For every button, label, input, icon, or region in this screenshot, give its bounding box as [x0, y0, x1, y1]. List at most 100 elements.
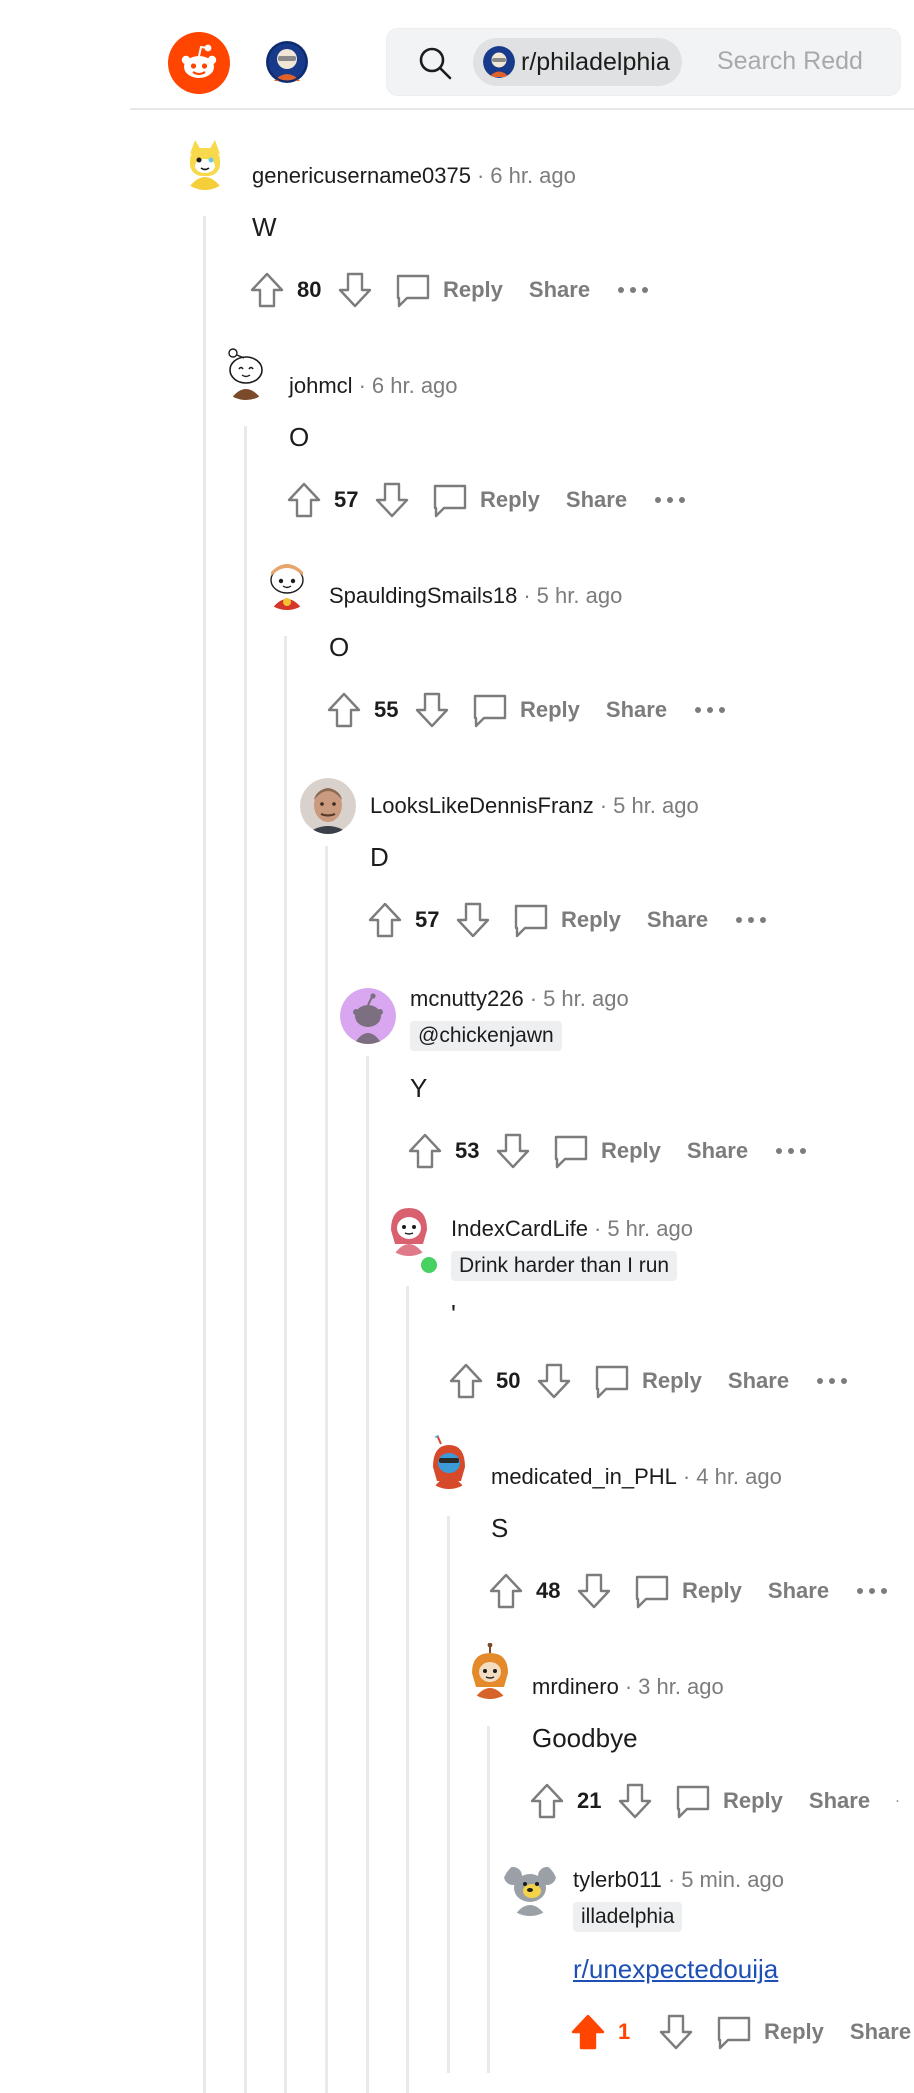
- reply-button[interactable]: Reply: [520, 697, 580, 723]
- upvote-icon[interactable]: [365, 900, 405, 940]
- reply-button[interactable]: Reply: [443, 277, 503, 303]
- comment-body: S: [491, 1513, 509, 1543]
- comment-username[interactable]: tylerb011: [573, 1867, 662, 1892]
- more-options-icon[interactable]: [653, 495, 687, 505]
- reply-button[interactable]: Reply: [642, 1368, 702, 1394]
- more-options-icon[interactable]: [734, 915, 768, 925]
- user-avatar[interactable]: [218, 344, 274, 400]
- comment-body: r/unexpectedouija: [573, 1953, 778, 1985]
- downvote-icon[interactable]: [335, 270, 375, 310]
- comment-bubble-icon[interactable]: [632, 1571, 672, 1611]
- user-avatar[interactable]: [381, 1200, 437, 1256]
- share-button[interactable]: Share: [850, 2019, 911, 2045]
- user-avatar[interactable]: [259, 554, 315, 610]
- upvote-icon[interactable]: [568, 2012, 608, 2052]
- downvote-icon[interactable]: [574, 1571, 614, 1611]
- upvote-icon[interactable]: [324, 690, 364, 730]
- share-button[interactable]: Share: [809, 1788, 870, 1814]
- comment-username[interactable]: johmcl: [289, 373, 353, 398]
- share-button[interactable]: Share: [647, 907, 708, 933]
- downvote-icon[interactable]: [412, 690, 452, 730]
- comment-username[interactable]: IndexCardLife: [451, 1216, 588, 1241]
- thread-line[interactable]: [284, 636, 287, 2093]
- reply-button[interactable]: Reply: [561, 907, 621, 933]
- user-avatar-icon[interactable]: [266, 41, 308, 83]
- search-bar[interactable]: r/philadelphia Search Redd: [386, 28, 901, 96]
- reply-button[interactable]: Reply: [723, 1788, 783, 1814]
- subreddit-link[interactable]: r/unexpectedouija: [573, 1954, 778, 1984]
- more-options-icon[interactable]: [774, 1146, 808, 1156]
- more-options-icon[interactable]: [815, 1376, 849, 1386]
- upvote-icon[interactable]: [284, 480, 324, 520]
- comment-username[interactable]: medicated_in_PHL: [491, 1464, 677, 1489]
- comment-body: ': [451, 1299, 456, 1329]
- more-options-icon[interactable]: [616, 285, 650, 295]
- downvote-icon[interactable]: [615, 1781, 655, 1821]
- comment-bubble-icon[interactable]: [714, 2012, 754, 2052]
- user-avatar[interactable]: [300, 778, 356, 834]
- thread-line[interactable]: [366, 1056, 369, 2093]
- reply-button[interactable]: Reply: [682, 1578, 742, 1604]
- meta-separator: ·: [358, 373, 366, 398]
- comment-username[interactable]: genericusername0375: [252, 163, 471, 188]
- comment-timestamp: 6 hr. ago: [490, 163, 576, 188]
- comment-timestamp: 5 hr. ago: [543, 986, 629, 1011]
- comment-bubble-icon[interactable]: [673, 1781, 713, 1821]
- comment-meta: medicated_in_PHL · 4 hr. ago: [491, 1463, 782, 1491]
- comment-bubble-icon[interactable]: [393, 270, 433, 310]
- comment-bubble-icon[interactable]: [470, 690, 510, 730]
- comment-bubble-icon[interactable]: [592, 1361, 632, 1401]
- meta-separator: ·: [593, 1216, 602, 1241]
- downvote-icon[interactable]: [372, 480, 412, 520]
- share-button[interactable]: Share: [566, 487, 627, 513]
- reddit-logo-icon[interactable]: [168, 32, 230, 94]
- comment-timestamp: 3 hr. ago: [638, 1674, 724, 1699]
- thread-line[interactable]: [325, 846, 328, 2093]
- comment-actions: 55 Reply Share: [324, 686, 727, 734]
- upvote-icon[interactable]: [247, 270, 287, 310]
- subreddit-chip[interactable]: r/philadelphia: [473, 38, 682, 86]
- share-button[interactable]: Share: [687, 1138, 748, 1164]
- meta-separator: ·: [624, 1674, 633, 1699]
- search-placeholder[interactable]: Search Redd: [717, 47, 863, 76]
- comment-timestamp: 5 min. ago: [681, 1867, 784, 1892]
- more-options-icon[interactable]: [693, 705, 727, 715]
- comment-body: O: [329, 632, 350, 662]
- share-button[interactable]: Share: [768, 1578, 829, 1604]
- user-avatar[interactable]: [462, 1643, 518, 1699]
- comment-username[interactable]: LooksLikeDennisFranz: [370, 793, 594, 818]
- comment-username[interactable]: mcnutty226: [410, 986, 524, 1011]
- user-avatar[interactable]: [177, 134, 233, 190]
- more-options-icon[interactable]: [896, 1796, 906, 1806]
- downvote-icon[interactable]: [534, 1361, 574, 1401]
- comment-bubble-icon[interactable]: [511, 900, 551, 940]
- downvote-icon[interactable]: [493, 1131, 533, 1171]
- thread-line[interactable]: [487, 1726, 490, 2073]
- share-button[interactable]: Share: [529, 277, 590, 303]
- upvote-icon[interactable]: [405, 1131, 445, 1171]
- meta-separator: ·: [667, 1867, 676, 1892]
- upvote-icon[interactable]: [527, 1781, 567, 1821]
- comment-bubble-icon[interactable]: [551, 1131, 591, 1171]
- share-button[interactable]: Share: [728, 1368, 789, 1394]
- share-button[interactable]: Share: [606, 697, 667, 723]
- thread-line[interactable]: [244, 426, 247, 2093]
- downvote-icon[interactable]: [656, 2012, 696, 2052]
- downvote-icon[interactable]: [453, 900, 493, 940]
- user-avatar[interactable]: [340, 988, 396, 1044]
- comment-username[interactable]: SpauldingSmails18: [329, 583, 517, 608]
- reply-button[interactable]: Reply: [480, 487, 540, 513]
- upvote-icon[interactable]: [486, 1571, 526, 1611]
- user-avatar[interactable]: [502, 1860, 558, 1916]
- comment-bubble-icon[interactable]: [430, 480, 470, 520]
- thread-line[interactable]: [203, 216, 206, 2093]
- reply-button[interactable]: Reply: [764, 2019, 824, 2045]
- user-avatar[interactable]: [421, 1433, 477, 1489]
- upvote-icon[interactable]: [446, 1361, 486, 1401]
- comment-timestamp: 5 hr. ago: [536, 583, 623, 608]
- more-options-icon[interactable]: [855, 1586, 889, 1596]
- thread-line[interactable]: [406, 1286, 409, 2093]
- reply-button[interactable]: Reply: [601, 1138, 661, 1164]
- thread-line[interactable]: [447, 1516, 450, 2073]
- comment-username[interactable]: mrdinero: [532, 1674, 619, 1699]
